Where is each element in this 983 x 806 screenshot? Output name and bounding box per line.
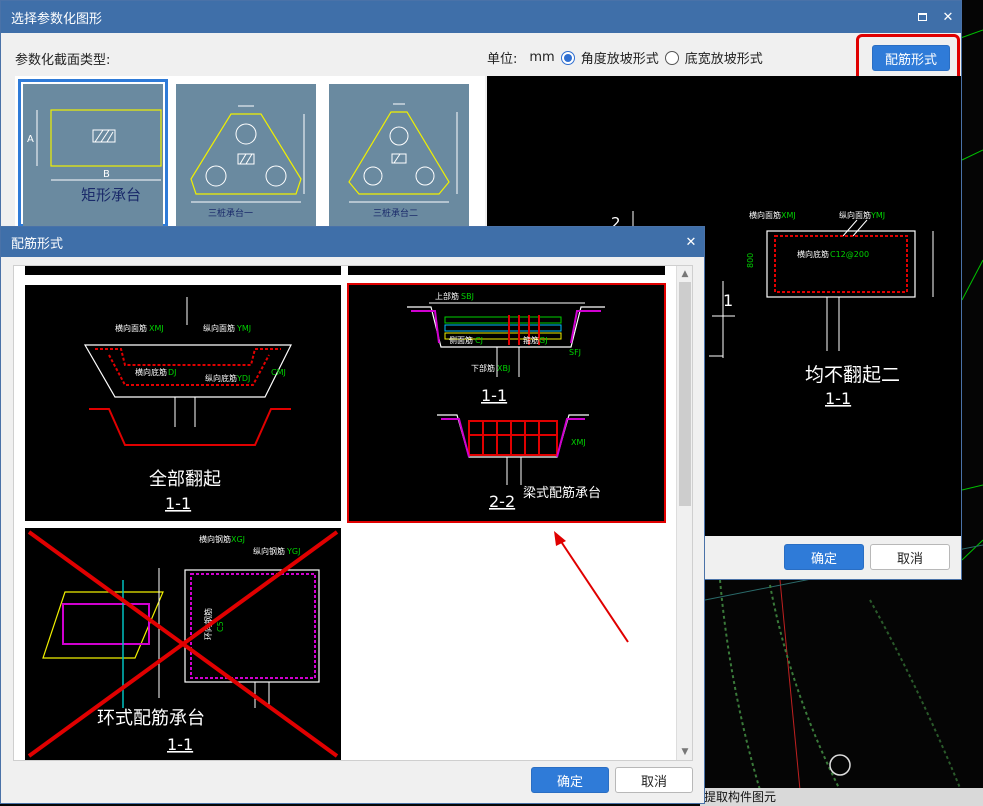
beam-code-top: SBJ bbox=[461, 292, 474, 301]
preview-lbl-transverse: 横向面筋 bbox=[749, 210, 781, 220]
all-flip-lbl-c: 横向底筋 bbox=[135, 367, 167, 377]
rebar-option-grid: 横向面筋 XMJ 纵向面筋 YMJ 横向底筋 DJ 纵向底筋 YDJ CMJ 全… bbox=[13, 265, 693, 761]
rebar-dialog-close-icon[interactable]: ✕ bbox=[678, 226, 704, 258]
beam-caption: 梁式配筋承台 bbox=[523, 485, 601, 501]
beam-lbl-top: 上部筋 bbox=[435, 291, 459, 301]
rebar-option-ring-drawing: 横向钢筋 XGJ 纵向钢筋 YGJ 环向钢筋 C5 环式配筋承台 1-1 bbox=[27, 530, 339, 758]
main-ok-button[interactable]: 确定 bbox=[784, 544, 864, 570]
beam-code-bottom: XBJ bbox=[497, 364, 510, 373]
preview-code-longitudinal: YMJ bbox=[870, 211, 885, 220]
shape-card-three-pile-1[interactable]: 三桩承台一 bbox=[171, 79, 321, 227]
ring-code-b: YGJ bbox=[286, 547, 300, 556]
rebar-ok-button[interactable]: 确定 bbox=[531, 767, 609, 793]
shape-card-rect-image: A B 矩形承台 bbox=[23, 84, 163, 226]
scrollbar-thumb[interactable] bbox=[679, 282, 691, 506]
ring-caption: 环式配筋承台 bbox=[97, 708, 205, 729]
rebar-dialog-title: 配筋形式 bbox=[11, 236, 64, 252]
shape-card-three-pile-2-image: 三桩承台二 bbox=[329, 84, 469, 226]
radio-angle-slope-label[interactable]: 角度放坡形式 bbox=[581, 48, 659, 67]
all-flip-code-e: CMJ bbox=[271, 368, 286, 377]
all-flip-lbl-a: 横向面筋 bbox=[115, 323, 147, 333]
all-flip-code-b: YMJ bbox=[236, 324, 251, 333]
beam-code-sfj: SFJ bbox=[569, 348, 581, 357]
all-flip-section: 1-1 bbox=[165, 494, 191, 513]
shape-three-pile-1-diagram: 三桩承台一 bbox=[190, 105, 305, 219]
all-flip-code-a: XMJ bbox=[149, 324, 164, 333]
preview-dim-800: 800 bbox=[746, 253, 755, 268]
main-dialog-titlebar[interactable]: 选择参数化图形 ✕ bbox=[1, 1, 961, 33]
rebar-scrollbar[interactable]: ▲ ▼ bbox=[676, 266, 692, 760]
shape-card-three-pile-2[interactable]: 三桩承台二 bbox=[324, 79, 474, 227]
rebar-form-button[interactable]: 配筋形式 bbox=[872, 45, 950, 71]
radio-angle-slope[interactable] bbox=[560, 50, 575, 65]
rebar-option-ring[interactable]: 横向钢筋 XGJ 纵向钢筋 YGJ 环向钢筋 C5 环式配筋承台 1-1 bbox=[25, 528, 341, 760]
close-icon[interactable]: ✕ bbox=[935, 1, 961, 33]
rebar-form-dialog: 配筋形式 ✕ 横向面筋 XMJ 纵向面筋 YMJ 横向底筋 DJ 纵向底筋 YD… bbox=[0, 226, 705, 804]
beam-code-side: CJ bbox=[475, 336, 483, 345]
beam-code-xmj: XMJ bbox=[571, 438, 586, 447]
status-bar: 提取构件图元 bbox=[700, 788, 983, 806]
rebar-dialog-titlebar[interactable]: 配筋形式 ✕ bbox=[1, 227, 704, 257]
preview-lbl-longitudinal: 纵向面筋 bbox=[839, 210, 871, 220]
scroll-down-icon[interactable]: ▼ bbox=[677, 744, 693, 760]
all-flip-caption: 全部翻起 bbox=[149, 469, 221, 490]
preview-caption: 均不翻起二 bbox=[805, 364, 900, 386]
rebar-button-highlight: 配筋形式 bbox=[856, 34, 960, 82]
rebar-option-all-flip[interactable]: 横向面筋 XMJ 纵向面筋 YMJ 横向底筋 DJ 纵向底筋 YDJ CMJ 全… bbox=[25, 285, 341, 521]
all-flip-code-d: YDJ bbox=[236, 374, 250, 383]
shape-three-pile-2-label: 三桩承台二 bbox=[373, 207, 418, 219]
section-type-label: 参数化截面类型: bbox=[15, 53, 111, 68]
scroll-up-icon[interactable]: ▲ bbox=[677, 266, 693, 282]
shape-three-pile-2-diagram: 三桩承台二 bbox=[348, 103, 458, 219]
preview-num-1: 1 bbox=[723, 291, 733, 310]
rebar-cancel-button[interactable]: 取消 bbox=[615, 767, 693, 793]
unit-row: 单位: mm 角度放坡形式 底宽放坡形式 bbox=[487, 48, 763, 67]
unit-label: 单位: bbox=[487, 52, 518, 67]
shape-three-pile-1-label: 三桩承台一 bbox=[208, 207, 253, 219]
main-cancel-button[interactable]: 取消 bbox=[870, 544, 950, 570]
ring-lbl-a: 横向钢筋 bbox=[199, 534, 231, 544]
shape-rect-diagram: A B 矩形承台 bbox=[27, 109, 162, 204]
beam-code-stirrup: GJ bbox=[539, 336, 548, 345]
ring-section: 1-1 bbox=[167, 735, 193, 754]
preview-lbl-bottom: 横向底筋 bbox=[797, 249, 829, 259]
beam-lbl-bottom: 下部筋 bbox=[471, 363, 495, 373]
beam-section-b: 2-2 bbox=[489, 492, 515, 511]
rebar-option-all-flip-drawing: 横向面筋 XMJ 纵向面筋 YMJ 横向底筋 DJ 纵向底筋 YDJ CMJ 全… bbox=[83, 297, 292, 513]
all-flip-code-c: DJ bbox=[168, 368, 177, 377]
beam-lbl-side: 侧面筋 bbox=[449, 335, 473, 345]
preview-section: 1-1 bbox=[825, 389, 851, 408]
shape-rect-label: 矩形承台 bbox=[81, 186, 141, 204]
rebar-option-partial-left[interactable] bbox=[25, 266, 341, 275]
shape-rect-dim-a: A bbox=[27, 134, 34, 145]
rebar-option-partial-right[interactable] bbox=[348, 266, 665, 275]
radio-width-slope-label[interactable]: 底宽放坡形式 bbox=[685, 48, 763, 67]
maximize-icon[interactable] bbox=[909, 1, 935, 33]
beam-lbl-stirrup: 箍筋 bbox=[523, 335, 539, 345]
unit-value: mm bbox=[529, 50, 555, 65]
shape-list: A B 矩形承台 三桩承台一 三桩承台二 bbox=[15, 76, 485, 236]
all-flip-lbl-d: 纵向底筋 bbox=[205, 373, 237, 383]
ring-lbl-b: 纵向钢筋 bbox=[253, 546, 285, 556]
all-flip-lbl-b: 纵向面筋 bbox=[203, 323, 235, 333]
rebar-option-beam-drawing: 上部筋 SBJ 侧面筋 CJ 箍筋 GJ SFJ 下部筋 XBJ 1-1 XMJ… bbox=[407, 291, 605, 511]
radio-width-slope[interactable] bbox=[664, 50, 679, 65]
preview-code-bottom: C12@200 bbox=[830, 250, 869, 259]
ring-code-a: XGJ bbox=[231, 535, 245, 544]
shape-card-rect[interactable]: A B 矩形承台 bbox=[18, 79, 168, 227]
preview-code-transverse: XMJ bbox=[781, 211, 796, 220]
shape-card-three-pile-1-image: 三桩承台一 bbox=[176, 84, 316, 226]
shape-rect-dim-b: B bbox=[103, 169, 110, 180]
rebar-option-beam[interactable]: 上部筋 SBJ 侧面筋 CJ 箍筋 GJ SFJ 下部筋 XBJ 1-1 XMJ… bbox=[347, 283, 666, 523]
main-dialog-title: 选择参数化图形 bbox=[11, 11, 103, 27]
beam-section-a: 1-1 bbox=[481, 386, 507, 405]
ring-code-c: C5 bbox=[216, 621, 225, 632]
